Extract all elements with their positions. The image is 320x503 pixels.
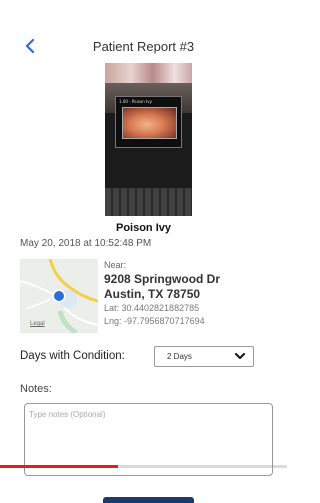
notes-label: Notes: [20, 383, 52, 395]
longitude: Lng: -97.7956870717694 [104, 316, 205, 326]
latitude: Lat: 30.4402821882785 [104, 303, 200, 313]
street-address: 9208 Springwood Dr [104, 272, 221, 286]
photo-screen: 1.00 - Poison Ivy [115, 96, 182, 148]
photo-keyboard [105, 188, 192, 216]
photo-background [105, 63, 192, 83]
map-legal-link[interactable]: Legal [30, 321, 45, 327]
near-label: Near: [104, 260, 127, 270]
address-block: Near: 9208 Springwood Dr Austin, TX 7875… [104, 260, 220, 328]
bottom-button[interactable] [103, 497, 194, 503]
video-progress-fill [0, 465, 118, 468]
photo-rash-image [122, 107, 177, 139]
location-map[interactable]: Legal [20, 259, 98, 333]
video-progress-bar[interactable] [0, 465, 287, 468]
page-title: Patient Report #3 [92, 39, 195, 54]
chevron-down-icon [235, 353, 245, 359]
nav-bar: Patient Report #3 [0, 30, 287, 62]
report-date: May 20, 2018 at 10:52:48 PM [20, 238, 152, 249]
days-selected-value: 2 Days [167, 352, 192, 361]
condition-photo[interactable]: 1.00 - Poison Ivy [105, 63, 192, 216]
days-label: Days with Condition: [20, 350, 125, 362]
photo-caption: 1.00 - Poison Ivy [119, 99, 152, 104]
city-state-zip: Austin, TX 78750 [104, 287, 201, 301]
location-pin-icon [54, 291, 64, 301]
days-dropdown[interactable]: 2 Days [154, 346, 254, 367]
condition-name: Poison Ivy [115, 222, 172, 234]
